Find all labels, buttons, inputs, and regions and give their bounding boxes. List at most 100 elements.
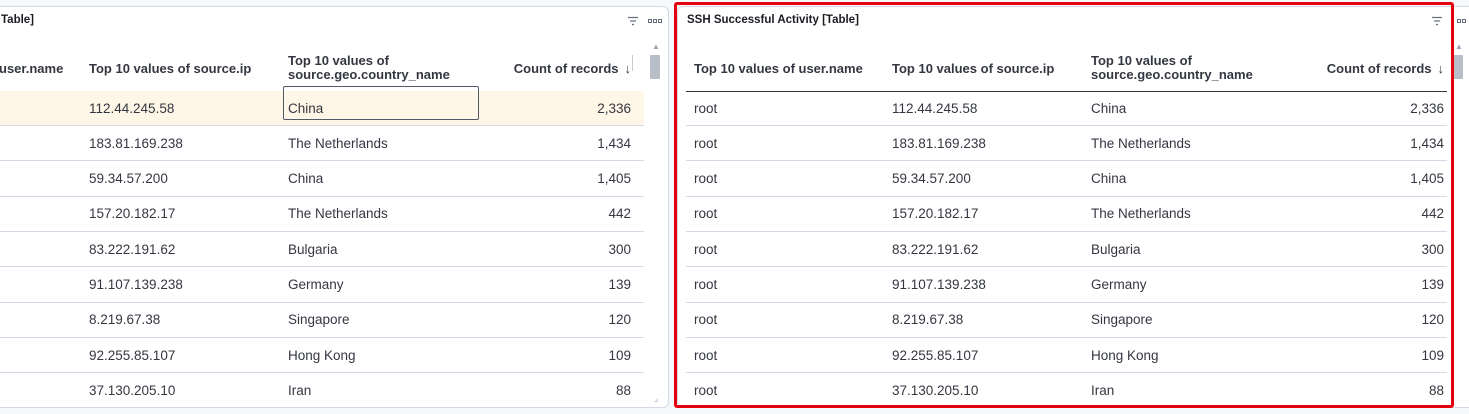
- cell-country[interactable]: Hong Kong: [288, 338, 478, 372]
- cell-count[interactable]: 88: [1286, 373, 1444, 407]
- cell-source-ip[interactable]: 157.20.182.17: [89, 197, 279, 231]
- cell-country[interactable]: Singapore: [1091, 303, 1281, 337]
- cell-count[interactable]: 109: [481, 338, 631, 372]
- table-row[interactable]: 8.219.67.38 Singapore 120: [0, 303, 644, 338]
- column-header-country[interactable]: Top 10 values of source.geo.country_name: [288, 47, 478, 91]
- cell-country[interactable]: The Netherlands: [288, 197, 478, 231]
- cell-country[interactable]: Iran: [288, 373, 478, 407]
- table-row[interactable]: 91.107.139.238 Germany 139: [0, 268, 644, 303]
- cell-country[interactable]: Bulgaria: [288, 232, 478, 266]
- cell-source-ip[interactable]: 59.34.57.200: [892, 162, 1082, 196]
- cell-user-name[interactable]: root: [694, 338, 884, 372]
- cell-source-ip[interactable]: 183.81.169.238: [89, 126, 279, 160]
- table-row[interactable]: 157.20.182.17 The Netherlands 442: [0, 197, 644, 232]
- cell-country[interactable]: China: [1091, 91, 1281, 125]
- cell-user-name[interactable]: root: [694, 197, 884, 231]
- column-header-source-ip[interactable]: Top 10 values of source.ip: [892, 47, 1087, 91]
- cell-user-name[interactable]: root: [694, 268, 884, 302]
- vertical-scrollbar-thumb[interactable]: [650, 55, 660, 79]
- options-menu-icon[interactable]: [1457, 15, 1469, 27]
- scroll-up-arrow-icon[interactable]: ▲: [652, 43, 660, 51]
- table-row[interactable]: root 157.20.182.17 The Netherlands 442: [686, 197, 1447, 232]
- cell-count[interactable]: 442: [481, 197, 631, 231]
- cell-source-ip[interactable]: 157.20.182.17: [892, 197, 1082, 231]
- cell-country[interactable]: Germany: [1091, 268, 1281, 302]
- cell-source-ip[interactable]: 91.107.139.238: [892, 268, 1082, 302]
- cell-source-ip[interactable]: 37.130.205.10: [892, 373, 1082, 407]
- cell-source-ip[interactable]: 59.34.57.200: [89, 162, 279, 196]
- column-header-count[interactable]: Count of records ↓: [481, 47, 631, 91]
- cell-source-ip[interactable]: 112.44.245.58: [892, 91, 1082, 125]
- table-row[interactable]: root 83.222.191.62 Bulgaria 300: [686, 232, 1447, 268]
- column-header-user[interactable]: Top 10 values of user.name: [694, 47, 889, 91]
- cell-user-name[interactable]: root: [694, 303, 884, 337]
- table-row[interactable]: root 183.81.169.238 The Netherlands 1,434: [686, 126, 1447, 162]
- vertical-scrollbar-thumb[interactable]: [1453, 55, 1463, 79]
- cell-source-ip[interactable]: 92.255.85.107: [89, 338, 279, 372]
- filter-icon[interactable]: [1431, 15, 1443, 27]
- cell-country[interactable]: Germany: [288, 268, 478, 302]
- column-header-user[interactable]: user.name: [0, 47, 79, 91]
- cell-count[interactable]: 120: [1286, 303, 1444, 337]
- cell-user-name[interactable]: root: [694, 162, 884, 196]
- cell-count[interactable]: 120: [481, 303, 631, 337]
- scroll-up-arrow-icon[interactable]: ▲: [1455, 43, 1463, 51]
- cell-source-ip[interactable]: 37.130.205.10: [89, 373, 279, 407]
- cell-count[interactable]: 300: [481, 232, 631, 266]
- table-row[interactable]: 37.130.205.10 Iran 88: [0, 373, 644, 407]
- cell-count[interactable]: 1,434: [1286, 126, 1444, 160]
- options-menu-icon[interactable]: [648, 15, 662, 27]
- cell-source-ip[interactable]: 83.222.191.62: [89, 232, 279, 266]
- cell-source-ip[interactable]: 8.219.67.38: [89, 303, 279, 337]
- cell-count[interactable]: 2,336: [481, 91, 631, 125]
- filter-icon[interactable]: [627, 15, 639, 27]
- column-header-country-line2: source.geo.country_name: [288, 67, 450, 82]
- table-row[interactable]: 92.255.85.107 Hong Kong 109: [0, 338, 644, 374]
- cell-country[interactable]: Singapore: [288, 303, 478, 337]
- right-table-panel: SSH Successful Activity [Table] Top 10 v…: [677, 6, 1469, 408]
- cell-count[interactable]: 1,405: [481, 162, 631, 196]
- cell-count[interactable]: 2,336: [1286, 91, 1444, 125]
- cell-country[interactable]: Iran: [1091, 373, 1281, 407]
- cell-count[interactable]: 88: [481, 373, 631, 407]
- cell-user-name[interactable]: root: [694, 373, 884, 407]
- column-resize-handle[interactable]: [632, 55, 633, 71]
- table-row[interactable]: root 37.130.205.10 Iran 88: [686, 373, 1447, 407]
- table-row[interactable]: root 112.44.245.58 China 2,336: [686, 91, 1447, 126]
- column-header-country[interactable]: Top 10 values of source.geo.country_name: [1091, 47, 1281, 91]
- cell-count[interactable]: 109: [1286, 338, 1444, 372]
- cell-source-ip[interactable]: 112.44.245.58: [89, 91, 279, 125]
- table-row[interactable]: 59.34.57.200 China 1,405: [0, 162, 644, 197]
- cell-source-ip[interactable]: 8.219.67.38: [892, 303, 1082, 337]
- cell-count[interactable]: 1,405: [1286, 162, 1444, 196]
- cell-count[interactable]: 442: [1286, 197, 1444, 231]
- table-row[interactable]: 183.81.169.238 The Netherlands 1,434: [0, 126, 644, 162]
- table-row[interactable]: root 8.219.67.38 Singapore 120: [686, 303, 1447, 338]
- cell-country[interactable]: China: [288, 162, 478, 196]
- cell-country[interactable]: The Netherlands: [288, 126, 478, 160]
- table-row[interactable]: root 91.107.139.238 Germany 139: [686, 268, 1447, 303]
- cell-user-name[interactable]: root: [694, 91, 884, 125]
- cell-count[interactable]: 139: [1286, 268, 1444, 302]
- cell-source-ip[interactable]: 91.107.139.238: [89, 268, 279, 302]
- cell-country[interactable]: The Netherlands: [1091, 126, 1281, 160]
- cell-country[interactable]: China: [1091, 162, 1281, 196]
- column-header-count[interactable]: Count of records ↓: [1286, 47, 1444, 91]
- cell-user-name[interactable]: root: [694, 126, 884, 160]
- table-row[interactable]: 83.222.191.62 Bulgaria 300: [0, 232, 644, 268]
- cell-country[interactable]: Bulgaria: [1091, 232, 1281, 266]
- column-header-source-ip[interactable]: Top 10 values of source.ip: [89, 47, 279, 91]
- cell-country[interactable]: Hong Kong: [1091, 338, 1281, 372]
- cell-source-ip[interactable]: 92.255.85.107: [892, 338, 1082, 372]
- resize-handle-icon[interactable]: ⌟: [654, 393, 658, 404]
- table-row[interactable]: root 92.255.85.107 Hong Kong 109: [686, 338, 1447, 374]
- sort-descending-icon: ↓: [624, 61, 632, 76]
- table-row[interactable]: root 59.34.57.200 China 1,405: [686, 162, 1447, 197]
- cell-count[interactable]: 139: [481, 268, 631, 302]
- cell-count[interactable]: 300: [1286, 232, 1444, 266]
- cell-count[interactable]: 1,434: [481, 126, 631, 160]
- cell-source-ip[interactable]: 183.81.169.238: [892, 126, 1082, 160]
- cell-country[interactable]: The Netherlands: [1091, 197, 1281, 231]
- cell-user-name[interactable]: root: [694, 232, 884, 266]
- cell-source-ip[interactable]: 83.222.191.62: [892, 232, 1082, 266]
